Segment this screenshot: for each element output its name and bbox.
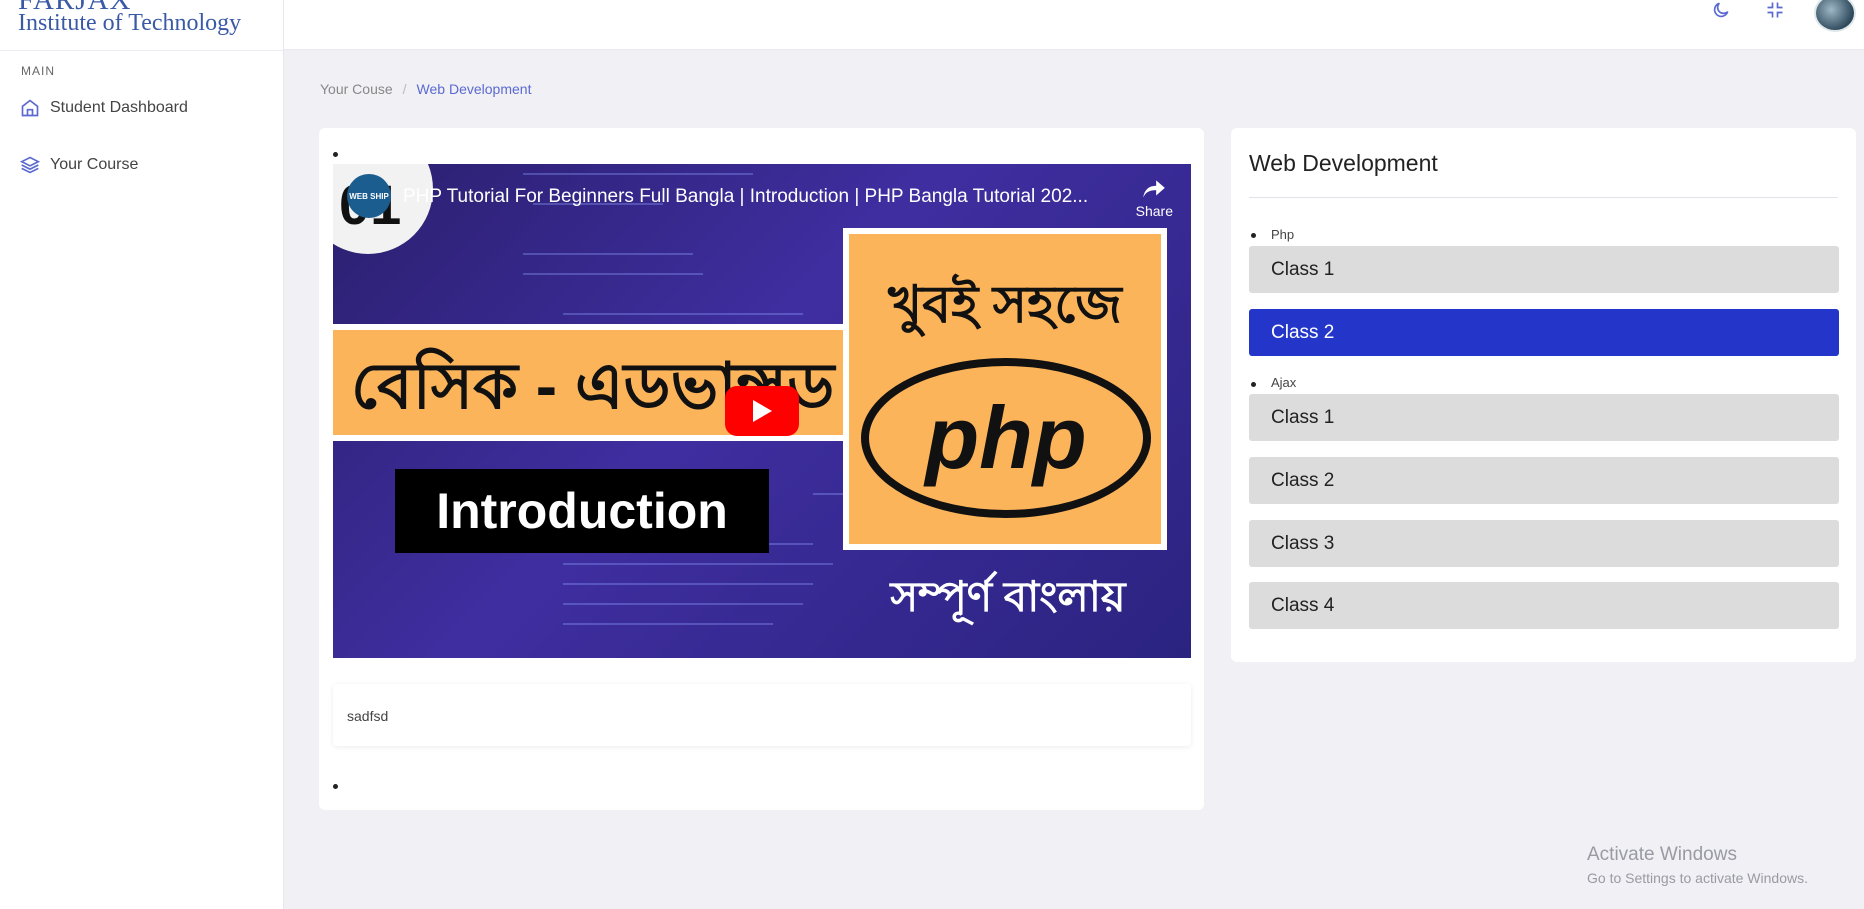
- list-bullet: [333, 152, 338, 157]
- breadcrumb: Your Couse / Web Development: [320, 81, 531, 97]
- layers-icon: [20, 156, 40, 174]
- video-player[interactable]: 01 WEB SHIP PHP Tutorial For Beginners F…: [333, 164, 1191, 658]
- breadcrumb-separator: /: [402, 81, 407, 97]
- sidebar-item-label: Your Course: [50, 156, 139, 173]
- play-button[interactable]: [725, 386, 799, 436]
- moon-icon[interactable]: [1708, 0, 1734, 20]
- thumbnail-intro-box: Introduction: [395, 469, 769, 553]
- activation-watermark-title: Activate Windows: [1587, 844, 1737, 865]
- class-button-ajax-3[interactable]: Class 3: [1249, 520, 1839, 567]
- brand-logo[interactable]: FARJAX Institute of Technology: [0, 0, 283, 51]
- class-button-ajax-4[interactable]: Class 4: [1249, 582, 1839, 629]
- share-icon: [1143, 180, 1166, 198]
- class-button-ajax-1[interactable]: Class 1: [1249, 394, 1839, 441]
- sidebar-item-student-dashboard[interactable]: Student Dashboard: [20, 98, 188, 118]
- description-text: sadfsd: [347, 708, 389, 724]
- list-bullet: [1251, 233, 1256, 238]
- video-title[interactable]: PHP Tutorial For Beginners Full Bangla |…: [403, 186, 1088, 208]
- collapse-icon[interactable]: [1762, 0, 1788, 20]
- lesson-description: sadfsd: [333, 684, 1191, 746]
- class-button-ajax-2[interactable]: Class 2: [1249, 457, 1839, 504]
- play-icon: [753, 400, 772, 422]
- group-label-php: Php: [1271, 227, 1295, 242]
- sidebar-section-label: MAIN: [21, 64, 55, 78]
- thumbnail-php-panel: খুবই সহজে php: [843, 228, 1167, 550]
- thumbnail-top-text: খুবই সহজে: [888, 276, 1122, 334]
- thumbnail-bottom-text: সম্পূর্ণ বাংলায়: [890, 573, 1126, 620]
- divider: [1249, 197, 1838, 198]
- breadcrumb-current: Web Development: [416, 81, 532, 97]
- list-bullet: [1251, 382, 1256, 387]
- group-label-ajax: Ajax: [1271, 375, 1297, 390]
- breadcrumb-your-course[interactable]: Your Couse: [320, 81, 393, 97]
- list-bullet: [333, 784, 338, 789]
- sidebar-item-your-course[interactable]: Your Course: [20, 155, 138, 175]
- php-logo-text: php: [925, 388, 1087, 487]
- course-panel: Web Development Php Class 1 Class 2 Ajax…: [1231, 128, 1856, 662]
- thumbnail-intro-text: Introduction: [436, 483, 728, 539]
- course-title: Web Development: [1249, 150, 1438, 176]
- class-button-php-1[interactable]: Class 1: [1249, 246, 1839, 293]
- topbar: [284, 0, 1864, 50]
- avatar[interactable]: [1814, 0, 1856, 32]
- php-logo: php: [861, 358, 1151, 518]
- sidebar: FARJAX Institute of Technology MAIN Stud…: [0, 0, 284, 909]
- share-label: Share: [1135, 203, 1173, 219]
- activation-watermark-subtitle: Go to Settings to activate Windows.: [1587, 870, 1808, 886]
- channel-badge: WEB SHIP: [347, 174, 391, 218]
- home-icon: [21, 99, 39, 117]
- lesson-card: 01 WEB SHIP PHP Tutorial For Beginners F…: [319, 128, 1204, 810]
- brand-subtitle: Institute of Technology: [18, 10, 242, 36]
- class-button-php-2[interactable]: Class 2: [1249, 309, 1839, 356]
- sidebar-item-label: Student Dashboard: [50, 99, 188, 116]
- share-button[interactable]: Share: [1136, 178, 1173, 219]
